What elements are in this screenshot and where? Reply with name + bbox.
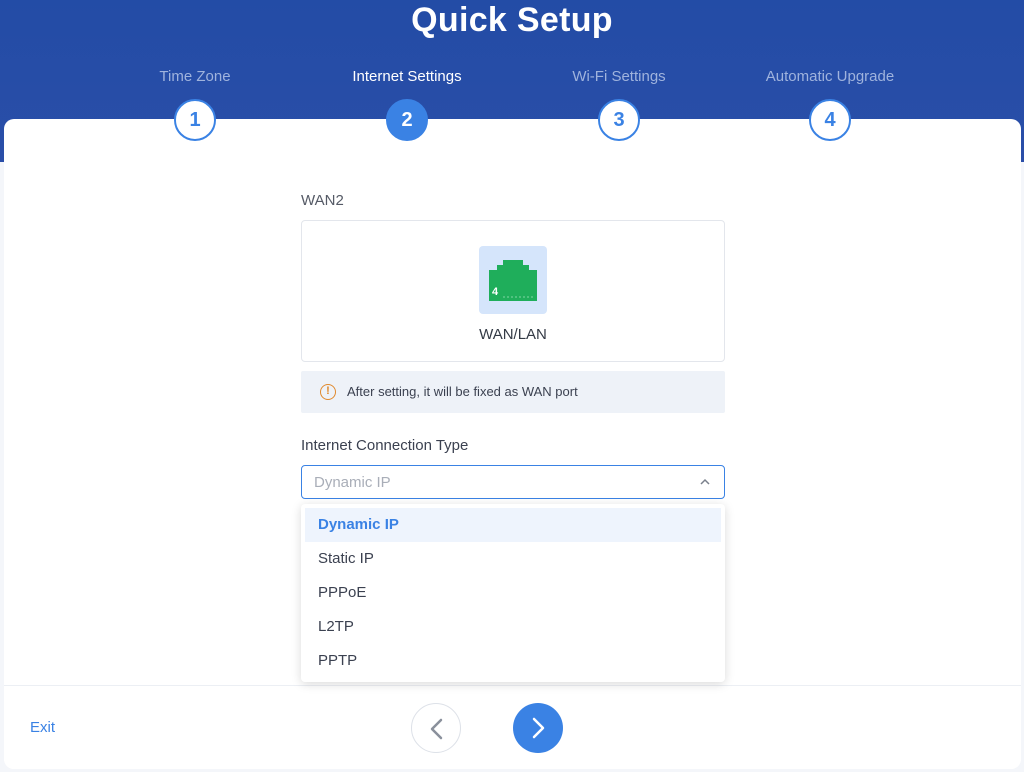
exit-link[interactable]: Exit — [30, 719, 55, 736]
port-icon-box[interactable]: 4 — [479, 246, 547, 314]
option-pptp[interactable]: PPTP — [305, 644, 721, 678]
step-label-internet-settings: Internet Settings — [352, 68, 462, 85]
step-circle-4: 4 — [809, 99, 851, 141]
notice-banner: ! After setting, it will be fixed as WAN… — [301, 371, 725, 413]
step-circle-2: 2 — [386, 99, 428, 141]
step-circle-3: 3 — [598, 99, 640, 141]
port-card[interactable]: 4 WAN/LAN — [301, 220, 725, 362]
port-number: 4 — [492, 286, 499, 298]
connection-type-label: Internet Connection Type — [301, 437, 469, 454]
chevron-left-icon — [430, 718, 443, 740]
step-label-wifi-settings: Wi-Fi Settings — [572, 68, 666, 85]
port-label: WAN/LAN — [479, 326, 547, 343]
page-title: Quick Setup — [411, 1, 613, 39]
step-label-automatic-upgrade: Automatic Upgrade — [765, 68, 895, 85]
wan-section-label: WAN2 — [301, 192, 344, 209]
next-button[interactable] — [513, 703, 563, 753]
ethernet-port-icon: 4 — [489, 260, 537, 301]
warning-circle-icon: ! — [320, 384, 336, 400]
option-static-ip[interactable]: Static IP — [305, 542, 721, 576]
chevron-up-icon — [698, 475, 712, 489]
footer-bar: Exit — [4, 685, 1021, 769]
connection-type-select[interactable]: Dynamic IP — [301, 465, 725, 499]
previous-button[interactable] — [411, 703, 461, 753]
option-l2tp[interactable]: L2TP — [305, 610, 721, 644]
chevron-right-icon — [532, 717, 545, 739]
select-value: Dynamic IP — [314, 474, 391, 491]
notice-text: After setting, it will be fixed as WAN p… — [347, 384, 578, 399]
option-dynamic-ip[interactable]: Dynamic IP — [305, 508, 721, 542]
step-circle-1: 1 — [174, 99, 216, 141]
option-pppoe[interactable]: PPPoE — [305, 576, 721, 610]
step-label-time-zone: Time Zone — [159, 68, 231, 85]
connection-type-dropdown: Dynamic IP Static IP PPPoE L2TP PPTP — [301, 504, 725, 682]
